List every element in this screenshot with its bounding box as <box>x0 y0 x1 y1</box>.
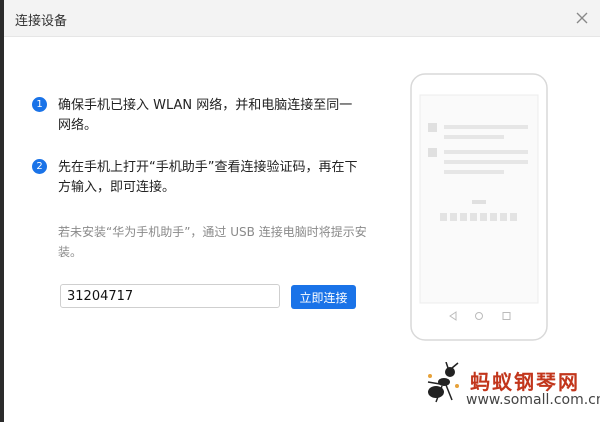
close-icon[interactable] <box>572 8 592 28</box>
step-number-badge: 2 <box>32 159 47 174</box>
phone-illustration <box>410 73 548 341</box>
connect-device-dialog: 连接设备 1 确保手机已接入 WLAN 网络，并和电脑连接至同一网络。 2 先在… <box>4 0 600 422</box>
dialog-title: 连接设备 <box>15 14 68 29</box>
dialog-titlebar: 连接设备 <box>4 0 600 37</box>
ant-logo-icon <box>427 362 459 403</box>
watermark-url: www.somall.com.cn <box>466 392 600 408</box>
verification-code-input[interactable] <box>60 284 280 308</box>
step-number-badge: 1 <box>32 97 47 112</box>
step-text: 确保手机已接入 WLAN 网络，并和电脑连接至同一网络。 <box>58 98 353 133</box>
step-text: 先在手机上打开“手机助手”查看连接验证码，再在下方输入，即可连接。 <box>58 160 358 195</box>
watermark-brand: 蚂蚁钢琴网 <box>470 370 580 394</box>
watermark: 蚂蚁钢琴网 www.somall.com.cn <box>422 362 600 412</box>
connect-now-button[interactable]: 立即连接 <box>291 285 356 309</box>
install-note: 若未安装“华为手机助手”，通过 USB 连接电脑时将提示安装。 <box>58 225 367 259</box>
